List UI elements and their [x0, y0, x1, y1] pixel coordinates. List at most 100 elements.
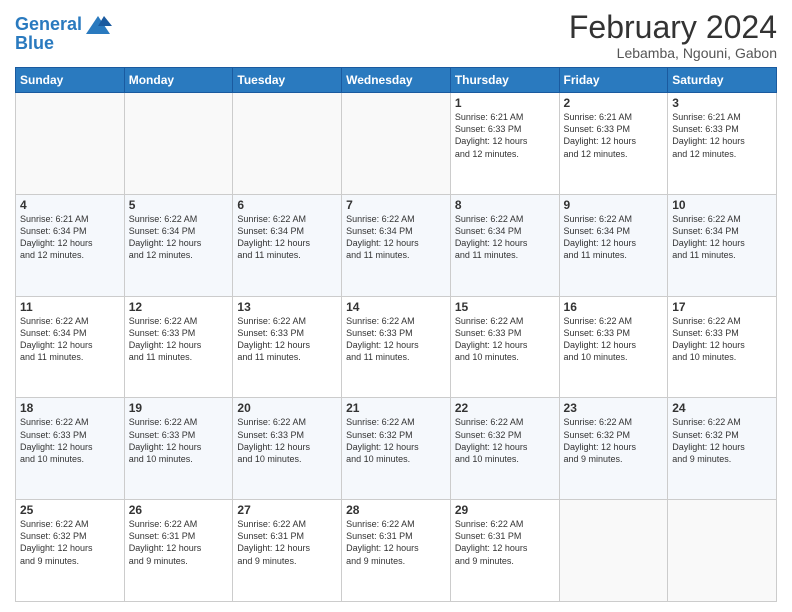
calendar-cell: 5Sunrise: 6:22 AMSunset: 6:34 PMDaylight… [124, 194, 233, 296]
day-number: 8 [455, 198, 555, 212]
calendar-cell: 13Sunrise: 6:22 AMSunset: 6:33 PMDayligh… [233, 296, 342, 398]
day-detail: Sunrise: 6:21 AMSunset: 6:33 PMDaylight:… [455, 111, 555, 160]
calendar-cell: 18Sunrise: 6:22 AMSunset: 6:33 PMDayligh… [16, 398, 125, 500]
calendar-week-5: 25Sunrise: 6:22 AMSunset: 6:32 PMDayligh… [16, 500, 777, 602]
day-number: 11 [20, 300, 120, 314]
calendar-week-3: 11Sunrise: 6:22 AMSunset: 6:34 PMDayligh… [16, 296, 777, 398]
calendar-title: February 2024 [569, 10, 777, 45]
calendar-cell: 19Sunrise: 6:22 AMSunset: 6:33 PMDayligh… [124, 398, 233, 500]
day-detail: Sunrise: 6:22 AMSunset: 6:33 PMDaylight:… [564, 315, 664, 364]
logo-text-line2: Blue [15, 34, 112, 54]
day-number: 14 [346, 300, 446, 314]
day-detail: Sunrise: 6:21 AMSunset: 6:33 PMDaylight:… [672, 111, 772, 160]
day-number: 1 [455, 96, 555, 110]
calendar-cell: 7Sunrise: 6:22 AMSunset: 6:34 PMDaylight… [342, 194, 451, 296]
calendar-cell [16, 93, 125, 195]
day-detail: Sunrise: 6:22 AMSunset: 6:31 PMDaylight:… [237, 518, 337, 567]
day-detail: Sunrise: 6:22 AMSunset: 6:33 PMDaylight:… [20, 416, 120, 465]
day-number: 4 [20, 198, 120, 212]
calendar-cell: 21Sunrise: 6:22 AMSunset: 6:32 PMDayligh… [342, 398, 451, 500]
calendar-cell: 15Sunrise: 6:22 AMSunset: 6:33 PMDayligh… [450, 296, 559, 398]
day-detail: Sunrise: 6:22 AMSunset: 6:33 PMDaylight:… [237, 315, 337, 364]
day-detail: Sunrise: 6:21 AMSunset: 6:33 PMDaylight:… [564, 111, 664, 160]
calendar-cell: 22Sunrise: 6:22 AMSunset: 6:32 PMDayligh… [450, 398, 559, 500]
day-detail: Sunrise: 6:22 AMSunset: 6:33 PMDaylight:… [129, 416, 229, 465]
calendar-cell: 4Sunrise: 6:21 AMSunset: 6:34 PMDaylight… [16, 194, 125, 296]
calendar-cell: 6Sunrise: 6:22 AMSunset: 6:34 PMDaylight… [233, 194, 342, 296]
day-detail: Sunrise: 6:22 AMSunset: 6:33 PMDaylight:… [237, 416, 337, 465]
calendar-cell: 12Sunrise: 6:22 AMSunset: 6:33 PMDayligh… [124, 296, 233, 398]
calendar-table: Sunday Monday Tuesday Wednesday Thursday… [15, 67, 777, 602]
logo: General Blue [15, 14, 112, 54]
day-number: 5 [129, 198, 229, 212]
day-number: 22 [455, 401, 555, 415]
day-detail: Sunrise: 6:22 AMSunset: 6:32 PMDaylight:… [346, 416, 446, 465]
calendar-cell: 1Sunrise: 6:21 AMSunset: 6:33 PMDaylight… [450, 93, 559, 195]
day-number: 23 [564, 401, 664, 415]
day-number: 19 [129, 401, 229, 415]
header-row: Sunday Monday Tuesday Wednesday Thursday… [16, 68, 777, 93]
day-detail: Sunrise: 6:22 AMSunset: 6:32 PMDaylight:… [455, 416, 555, 465]
day-number: 9 [564, 198, 664, 212]
calendar-cell: 26Sunrise: 6:22 AMSunset: 6:31 PMDayligh… [124, 500, 233, 602]
day-number: 27 [237, 503, 337, 517]
header-wednesday: Wednesday [342, 68, 451, 93]
day-detail: Sunrise: 6:22 AMSunset: 6:31 PMDaylight:… [129, 518, 229, 567]
logo-icon [84, 14, 112, 36]
calendar-cell: 3Sunrise: 6:21 AMSunset: 6:33 PMDaylight… [668, 93, 777, 195]
calendar-cell: 20Sunrise: 6:22 AMSunset: 6:33 PMDayligh… [233, 398, 342, 500]
day-number: 26 [129, 503, 229, 517]
day-number: 21 [346, 401, 446, 415]
calendar-cell [124, 93, 233, 195]
day-detail: Sunrise: 6:22 AMSunset: 6:34 PMDaylight:… [20, 315, 120, 364]
header-tuesday: Tuesday [233, 68, 342, 93]
calendar-cell: 2Sunrise: 6:21 AMSunset: 6:33 PMDaylight… [559, 93, 668, 195]
header-saturday: Saturday [668, 68, 777, 93]
day-number: 17 [672, 300, 772, 314]
title-block: February 2024 Lebamba, Ngouni, Gabon [569, 10, 777, 61]
day-number: 16 [564, 300, 664, 314]
header: General Blue February 2024 Lebamba, Ngou… [15, 10, 777, 61]
page: General Blue February 2024 Lebamba, Ngou… [0, 0, 792, 612]
day-detail: Sunrise: 6:22 AMSunset: 6:34 PMDaylight:… [129, 213, 229, 262]
calendar-week-4: 18Sunrise: 6:22 AMSunset: 6:33 PMDayligh… [16, 398, 777, 500]
day-number: 29 [455, 503, 555, 517]
calendar-week-2: 4Sunrise: 6:21 AMSunset: 6:34 PMDaylight… [16, 194, 777, 296]
calendar-cell [559, 500, 668, 602]
calendar-cell: 9Sunrise: 6:22 AMSunset: 6:34 PMDaylight… [559, 194, 668, 296]
calendar-cell: 10Sunrise: 6:22 AMSunset: 6:34 PMDayligh… [668, 194, 777, 296]
day-detail: Sunrise: 6:22 AMSunset: 6:33 PMDaylight:… [672, 315, 772, 364]
calendar-cell: 16Sunrise: 6:22 AMSunset: 6:33 PMDayligh… [559, 296, 668, 398]
day-detail: Sunrise: 6:22 AMSunset: 6:34 PMDaylight:… [455, 213, 555, 262]
day-detail: Sunrise: 6:22 AMSunset: 6:34 PMDaylight:… [346, 213, 446, 262]
day-detail: Sunrise: 6:22 AMSunset: 6:32 PMDaylight:… [564, 416, 664, 465]
day-detail: Sunrise: 6:22 AMSunset: 6:32 PMDaylight:… [20, 518, 120, 567]
day-detail: Sunrise: 6:22 AMSunset: 6:34 PMDaylight:… [564, 213, 664, 262]
day-number: 6 [237, 198, 337, 212]
calendar-body: 1Sunrise: 6:21 AMSunset: 6:33 PMDaylight… [16, 93, 777, 602]
calendar-subtitle: Lebamba, Ngouni, Gabon [569, 45, 777, 61]
day-number: 15 [455, 300, 555, 314]
calendar-header: Sunday Monday Tuesday Wednesday Thursday… [16, 68, 777, 93]
day-detail: Sunrise: 6:22 AMSunset: 6:32 PMDaylight:… [672, 416, 772, 465]
calendar-week-1: 1Sunrise: 6:21 AMSunset: 6:33 PMDaylight… [16, 93, 777, 195]
calendar-cell: 29Sunrise: 6:22 AMSunset: 6:31 PMDayligh… [450, 500, 559, 602]
day-number: 24 [672, 401, 772, 415]
logo-text-line1: General [15, 15, 82, 35]
day-number: 10 [672, 198, 772, 212]
calendar-cell [233, 93, 342, 195]
header-thursday: Thursday [450, 68, 559, 93]
calendar-cell: 24Sunrise: 6:22 AMSunset: 6:32 PMDayligh… [668, 398, 777, 500]
calendar-cell: 8Sunrise: 6:22 AMSunset: 6:34 PMDaylight… [450, 194, 559, 296]
calendar-cell: 17Sunrise: 6:22 AMSunset: 6:33 PMDayligh… [668, 296, 777, 398]
header-monday: Monday [124, 68, 233, 93]
day-detail: Sunrise: 6:21 AMSunset: 6:34 PMDaylight:… [20, 213, 120, 262]
calendar-cell [668, 500, 777, 602]
day-number: 25 [20, 503, 120, 517]
day-number: 13 [237, 300, 337, 314]
calendar-cell: 11Sunrise: 6:22 AMSunset: 6:34 PMDayligh… [16, 296, 125, 398]
calendar-cell: 27Sunrise: 6:22 AMSunset: 6:31 PMDayligh… [233, 500, 342, 602]
day-detail: Sunrise: 6:22 AMSunset: 6:33 PMDaylight:… [346, 315, 446, 364]
day-detail: Sunrise: 6:22 AMSunset: 6:33 PMDaylight:… [129, 315, 229, 364]
calendar-cell: 14Sunrise: 6:22 AMSunset: 6:33 PMDayligh… [342, 296, 451, 398]
